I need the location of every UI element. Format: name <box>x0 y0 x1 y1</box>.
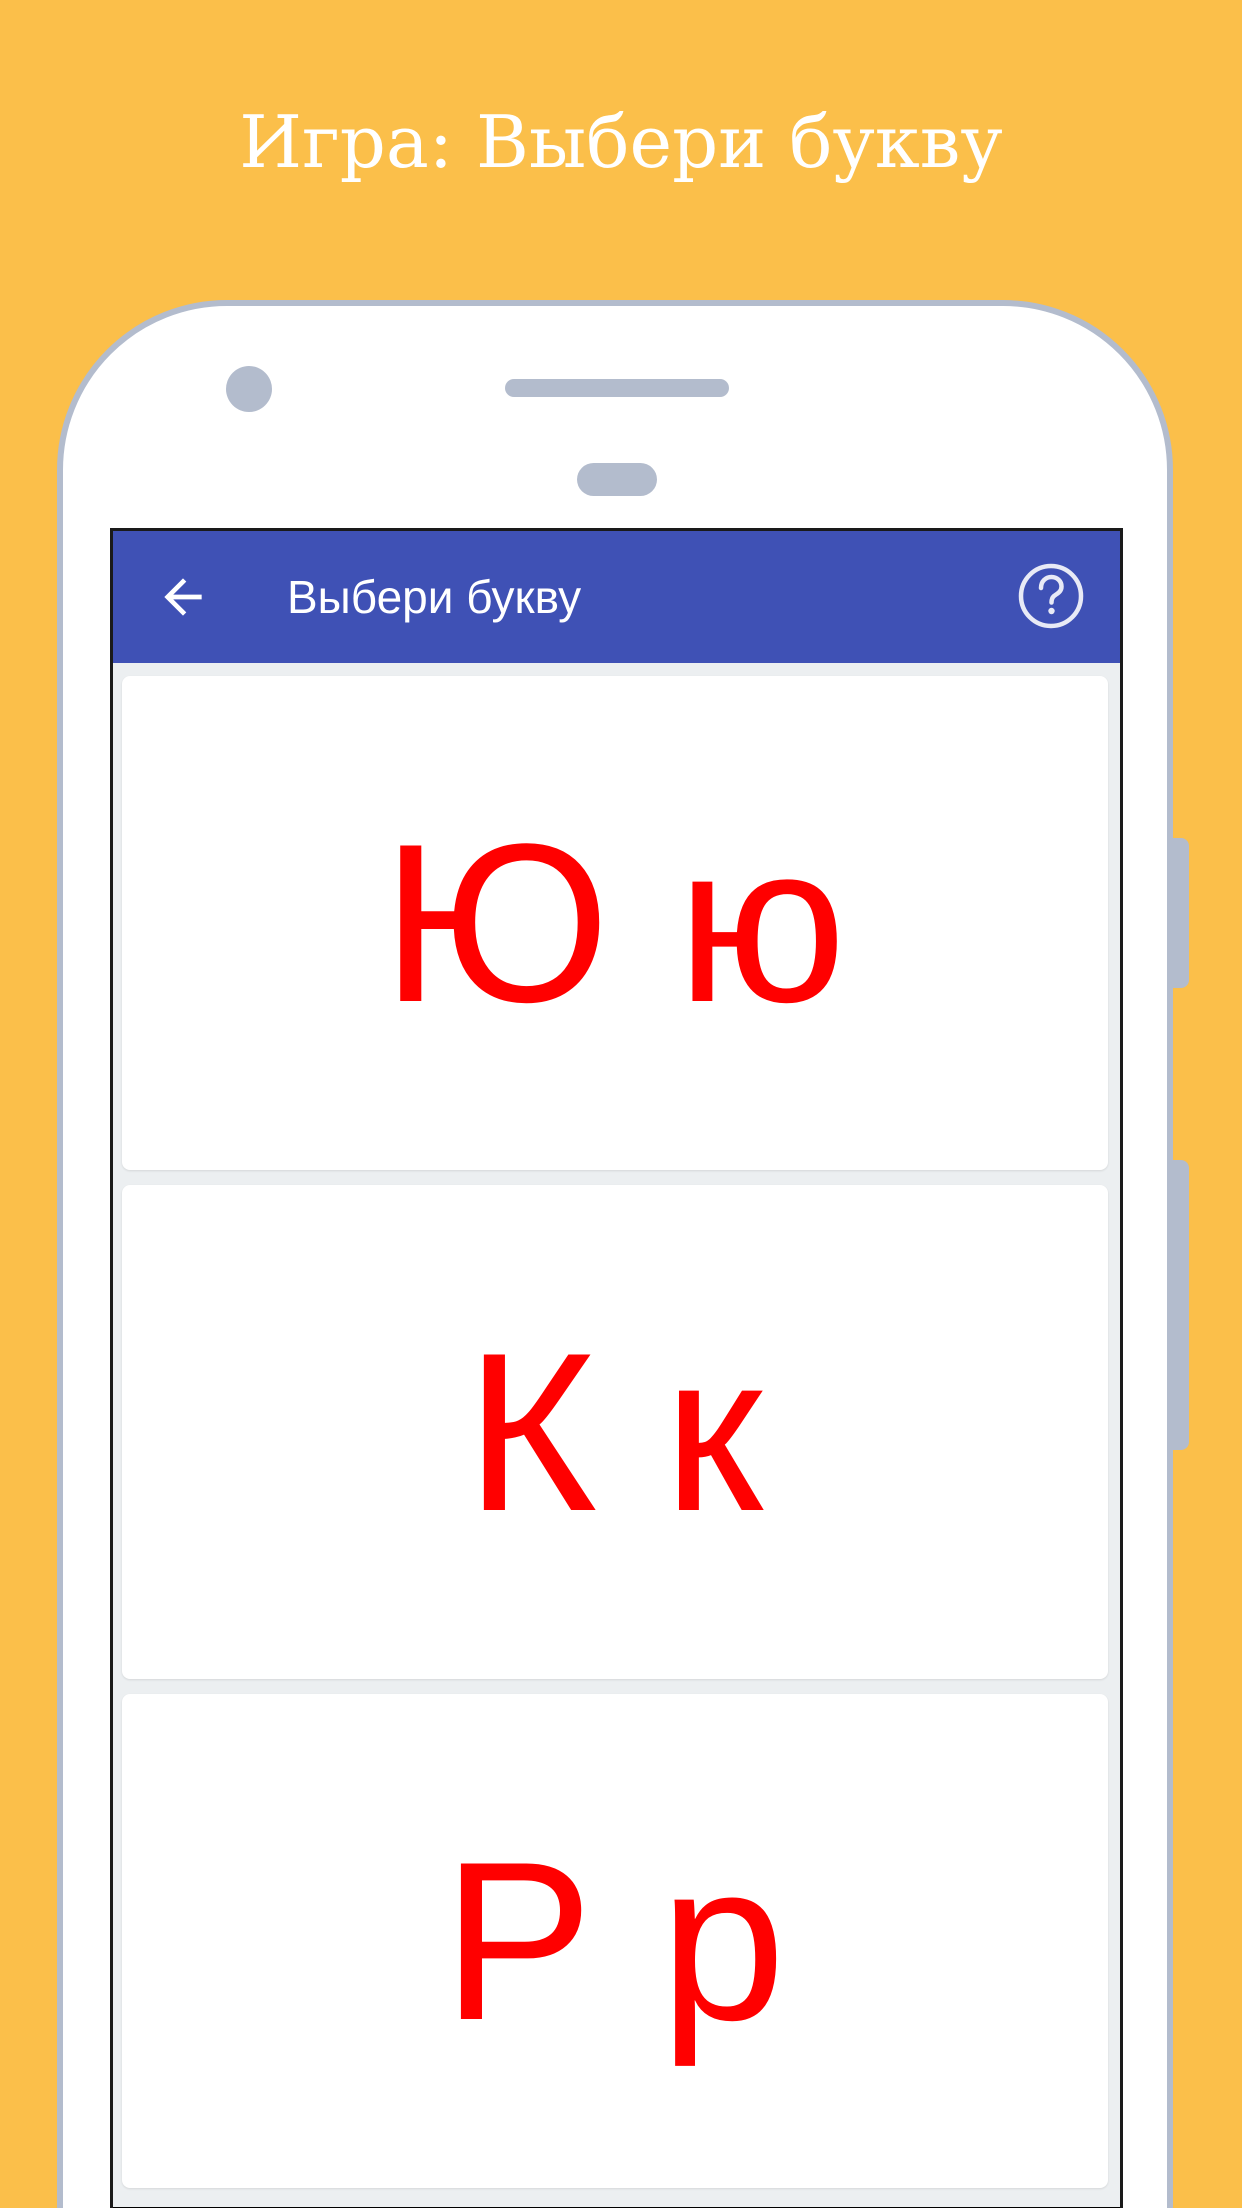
card-letters: Р р <box>442 1814 788 2067</box>
phone-speaker <box>505 379 729 397</box>
help-circle-icon[interactable] <box>1016 561 1086 631</box>
card-letters: Ю ю <box>381 796 849 1049</box>
promo-title: Игра: Выбери букву <box>239 100 1003 184</box>
phone-camera <box>226 366 272 412</box>
promo-page: Игра: Выбери букву Выбери букву Ю ю К к … <box>0 0 1242 2208</box>
card-letters: К к <box>465 1305 765 1558</box>
letter-card[interactable]: Ю ю <box>122 676 1108 1170</box>
phone-sensor <box>577 463 657 496</box>
letter-card[interactable]: К к <box>122 1185 1108 1679</box>
toolbar-title: Выбери букву <box>287 571 582 623</box>
app-toolbar: Выбери букву <box>113 531 1120 663</box>
letter-card[interactable]: Р р <box>122 1694 1108 2188</box>
arrow-left-icon[interactable] <box>155 569 211 625</box>
app-screen: Выбери букву Ю ю К к Р р <box>110 528 1123 2208</box>
phone-volume-button <box>1173 838 1189 988</box>
phone-power-button <box>1173 1160 1189 1450</box>
